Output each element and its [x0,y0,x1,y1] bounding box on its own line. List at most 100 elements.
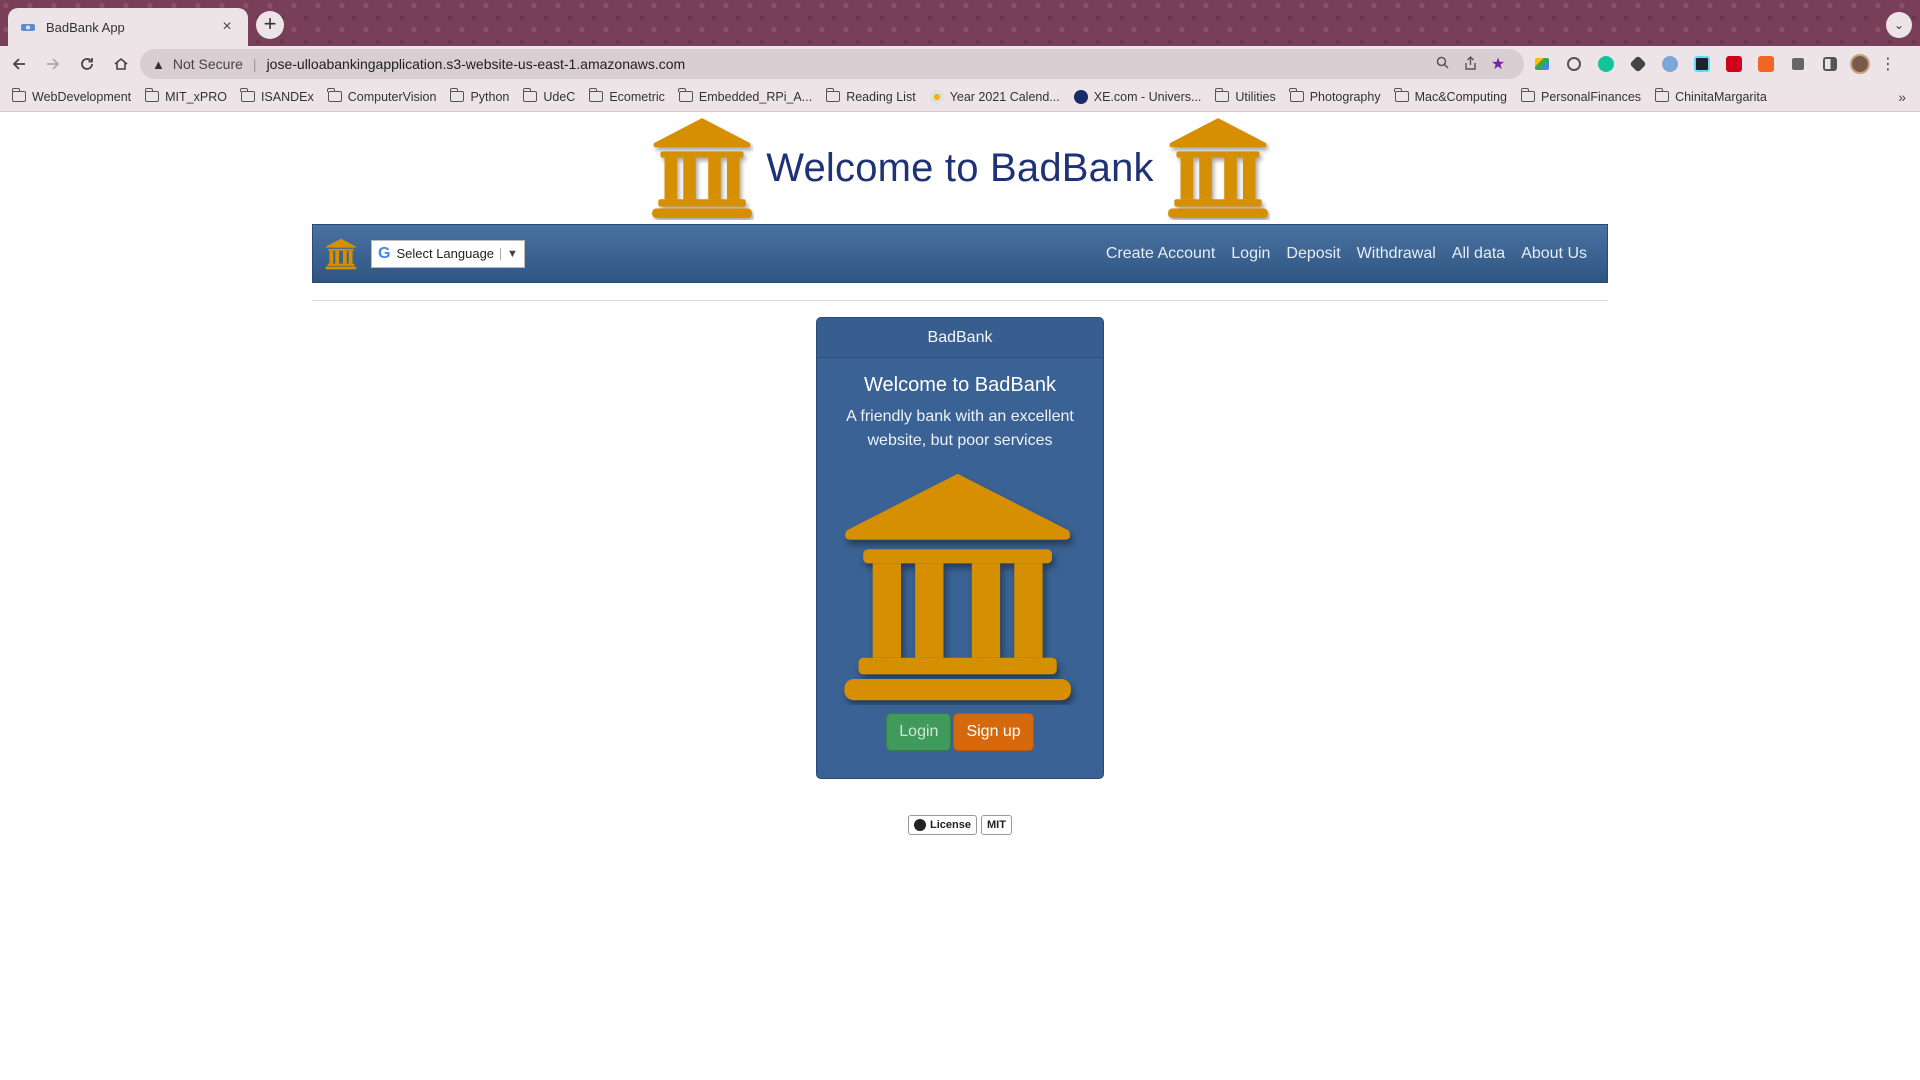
tab-close-icon[interactable]: × [218,18,236,36]
address-bar[interactable]: ▲ Not Secure | jose-ulloabankingapplicat… [140,49,1524,79]
xe-favicon-icon [1073,89,1088,104]
google-drive-icon[interactable] [1530,52,1554,76]
nav-all-data[interactable]: All data [1452,245,1505,263]
home-button[interactable] [106,49,136,79]
folder-icon [678,88,693,102]
bookmark-item[interactable]: PersonalFinances [1520,88,1641,104]
language-select-label: Select Language [396,246,495,261]
bookmark-item[interactable]: Python [449,88,509,104]
folder-icon [144,88,160,102]
license-badge-left: License [908,815,977,835]
extension-orange-icon[interactable] [1754,52,1778,76]
folder-icon [327,88,342,102]
bookmark-item[interactable]: ComputerVision [327,88,436,104]
card-text: A friendly bank with an excellent websit… [846,408,1074,449]
security-label[interactable]: Not Secure [173,56,243,72]
bookmark-item[interactable]: XE.com - Univers... [1073,89,1201,104]
nav-links: Create Account Login Deposit Withdrawal … [1106,245,1587,263]
bookmark-star-icon[interactable]: ★ [1484,54,1512,74]
share-icon[interactable] [1456,55,1484,73]
folder-icon [1289,88,1304,102]
bank-logo-icon[interactable] [325,238,357,270]
folder-icon [588,88,604,102]
bank-building-icon [652,118,753,218]
license-badge-right: MIT [980,815,1012,835]
calendar-favicon-icon [929,89,944,104]
browser-tab[interactable]: BadBank App × [8,8,248,46]
forward-button[interactable] [38,49,68,79]
card-actions: Login Sign up [817,713,1103,751]
reload-button[interactable] [72,49,102,79]
license-badge[interactable]: License MIT [908,815,1012,835]
bookmark-item[interactable]: Mac&Computing [1394,88,1507,104]
zoom-search-icon[interactable] [1428,56,1456,72]
main-navbar: G Select Language ▼ Create Account Login… [312,224,1608,283]
tab-strip: BadBank App × + ⌄ [0,0,1920,46]
tab-search-button[interactable]: ⌄ [1886,12,1912,38]
folder-icon [1214,88,1230,102]
login-button[interactable]: Login [886,713,952,751]
folder-icon [522,88,538,102]
browser-toolbar: ▲ Not Secure | jose-ulloabankingapplicat… [0,46,1920,82]
tab-favicon-icon [21,24,35,31]
bookmark-item[interactable]: Utilities [1214,88,1276,104]
react-devtools-icon[interactable] [1690,52,1714,76]
bookmark-item[interactable]: Photography [1289,88,1381,104]
browser-menu-icon[interactable]: ⋮ [1878,54,1898,74]
nav-deposit[interactable]: Deposit [1286,245,1340,263]
bookmark-item[interactable]: ISANDEx [240,88,314,104]
folder-icon [1394,88,1409,102]
extension-c-icon[interactable] [1562,52,1586,76]
bank-building-icon [844,473,1071,701]
card-image [817,469,1103,705]
page-title: Welcome to BadBank [766,145,1154,190]
bookmark-item[interactable]: ChinitaMargarita [1654,88,1767,104]
extension-box-icon[interactable] [1626,52,1650,76]
folder-icon [1654,88,1670,102]
card-header: BadBank [817,318,1103,358]
card-title: Welcome to BadBank [864,374,1056,396]
omnibox-divider: | [252,56,257,72]
extension-swirl-icon[interactable] [1658,52,1682,76]
folder-icon [1520,88,1535,102]
nav-about-us[interactable]: About Us [1521,245,1587,263]
tab-title: BadBank App [46,19,125,35]
grammarly-icon[interactable] [1594,52,1618,76]
home-icon [114,57,128,70]
bookmark-item[interactable]: MIT_xPRO [144,88,227,104]
dropdown-arrow-icon: ▼ [500,247,518,260]
bookmark-item[interactable]: Reading List [825,88,916,104]
bookmarks-overflow-button[interactable]: » [1898,89,1906,105]
folder-icon [449,88,465,102]
puzzle-extensions-icon[interactable] [1786,52,1810,76]
horizontal-divider [312,300,1608,301]
new-tab-button[interactable]: + [256,11,284,39]
bookmark-item[interactable]: Year 2021 Calend... [929,89,1060,104]
profile-avatar[interactable] [1850,54,1870,74]
nav-login[interactable]: Login [1231,245,1270,263]
arrow-right-icon [47,58,60,70]
extension-red-icon[interactable] [1722,52,1746,76]
arrow-left-icon [12,58,25,70]
folder-icon [11,88,26,102]
bookmark-item[interactable]: Embedded_RPi_A... [678,88,812,104]
language-select[interactable]: G Select Language ▼ [371,239,525,268]
warning-icon[interactable]: ▲ [152,57,165,72]
page-viewport: Welcome to BadBank G Select Language ▼ C… [0,112,1920,1080]
side-panel-icon[interactable] [1818,52,1842,76]
google-g-icon: G [378,244,391,262]
bookmark-item[interactable]: WebDevelopment [11,88,131,104]
nav-create-account[interactable]: Create Account [1106,245,1215,263]
extensions-area: ⋮ [1530,52,1898,76]
folder-icon [240,88,255,102]
bookmark-item[interactable]: UdeC [522,88,575,104]
signup-button[interactable]: Sign up [953,713,1034,751]
url-text[interactable]: jose-ulloabankingapplication.s3-website-… [267,56,1428,72]
bookmark-item[interactable]: Ecometric [588,88,665,104]
back-button[interactable] [4,49,34,79]
hero-header: Welcome to BadBank [0,112,1920,224]
nav-withdrawal[interactable]: Withdrawal [1357,245,1436,263]
bank-building-icon [1167,118,1268,218]
github-icon [914,819,926,831]
reload-icon [81,58,93,70]
